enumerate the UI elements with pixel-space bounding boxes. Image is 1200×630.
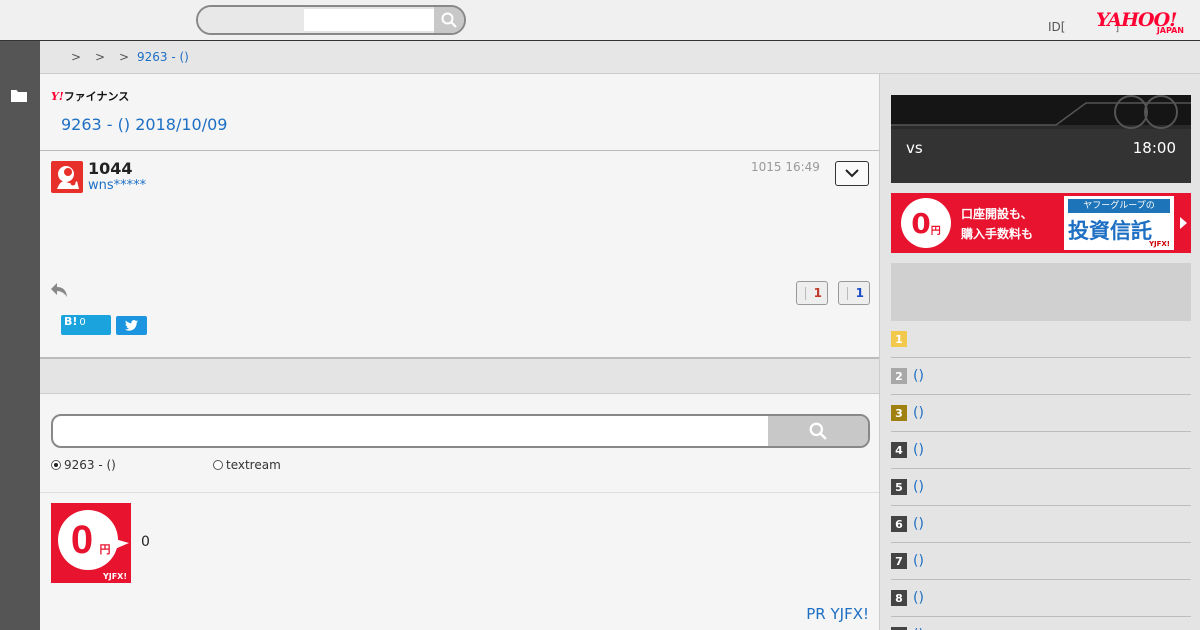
ranking-number: 3: [891, 405, 907, 421]
ranking-number: 6: [891, 516, 907, 532]
fund-copy-line1: 口座開設も、: [961, 207, 1033, 221]
ad-text: 0: [141, 534, 150, 550]
search-scope-board-label: 9263 - (): [64, 458, 116, 472]
search-icon: [809, 422, 827, 440]
ranking-number: 8: [891, 590, 907, 606]
ranking-item[interactable]: 1: [891, 321, 1191, 358]
ranking-number: 7: [891, 553, 907, 569]
twitter-icon: [125, 320, 138, 331]
ranking-item[interactable]: 5 (): [891, 469, 1191, 506]
right-column: vs 18:00 0円 口座開設も、 購入手数料も ヤフーグループの 投資信託 …: [879, 74, 1200, 630]
baseball-icon: [891, 95, 1191, 129]
match-banner[interactable]: vs 18:00: [891, 95, 1191, 183]
chevron-right-icon: [1180, 217, 1187, 229]
fund-zero-yen: 円: [930, 225, 941, 237]
post-timestamp: 1015 16:49: [751, 160, 820, 174]
fund-zero-number: 0: [911, 206, 931, 240]
pr-link[interactable]: PR YJFX!: [806, 605, 869, 623]
yahoo-finance-logo-name: ファイナンス: [63, 90, 130, 103]
divider: [40, 150, 879, 151]
search-scope-board-option[interactable]: 9263 - (): [51, 458, 116, 472]
breadcrumb-separator: >: [119, 50, 130, 64]
vote-disagree-button[interactable]: 1: [838, 281, 870, 305]
ranking-number: 4: [891, 442, 907, 458]
ranking-label[interactable]: (): [913, 479, 924, 495]
breadcrumb-separator: >: [71, 50, 82, 64]
search-scope-textream-option[interactable]: textream: [213, 458, 281, 472]
ad-thumb-brand: YJFX!: [102, 572, 127, 581]
post-number: 1044: [88, 159, 133, 178]
search-category-selector[interactable]: [198, 7, 304, 33]
ranking-item[interactable]: 6 (): [891, 506, 1191, 543]
ranking-label[interactable]: (): [913, 405, 924, 421]
board-search-box[interactable]: [51, 414, 870, 448]
breadcrumb: > > > 9263 - (): [40, 41, 1200, 74]
fund-zero-badge: 0円: [901, 198, 951, 248]
fund-box: ヤフーグループの 投資信託 YJFX!: [1064, 196, 1174, 250]
ranking-item[interactable]: 9(): [891, 617, 1191, 630]
left-sidebar: [0, 41, 40, 630]
ranking-label[interactable]: (): [913, 516, 924, 532]
match-vs: vs: [906, 139, 923, 157]
fund-main: 投資信託: [1068, 219, 1152, 243]
divider: [40, 492, 879, 493]
ad-thumb-yen: 円: [100, 543, 111, 556]
post-username[interactable]: wns*****: [88, 178, 146, 193]
radio-selected[interactable]: [51, 460, 61, 470]
ad-thumbnail[interactable]: 0 円 YJFX!: [51, 503, 131, 583]
ranking-label[interactable]: (): [913, 590, 924, 606]
top-header: ID[] YAHOO! JAPAN: [0, 0, 1200, 41]
board-search-input[interactable]: [53, 416, 768, 446]
main-content: Y!ファイナンス 9263 - () 2018/10/09 1044 wns**…: [40, 74, 879, 630]
post-menu-button[interactable]: [835, 161, 869, 186]
fund-copy-line2: 購入手数料も: [961, 227, 1034, 241]
hatena-bookmark-button[interactable]: B! 0: [61, 315, 111, 335]
ad-thumb-zero: 0: [71, 518, 93, 562]
header-search-button[interactable]: [434, 7, 464, 33]
ranking-item[interactable]: 4 (): [891, 432, 1191, 469]
fund-tag: ヤフーグループの: [1068, 199, 1170, 213]
user-avatar-icon: [57, 166, 79, 189]
board-search-button[interactable]: [768, 416, 868, 446]
reply-icon[interactable]: [50, 282, 68, 298]
folder-icon[interactable]: [11, 89, 27, 102]
yahoo-japan-logo[interactable]: YAHOO! JAPAN: [1096, 10, 1188, 36]
radio-unselected[interactable]: [213, 460, 223, 470]
header-search-input[interactable]: [304, 9, 434, 31]
fund-copy: 口座開設も、 購入手数料も: [961, 204, 1033, 244]
hatena-count: 0: [79, 317, 86, 328]
ranking-label[interactable]: (): [913, 442, 924, 458]
ranking-item[interactable]: 3 (): [891, 395, 1191, 432]
yahoo-finance-logo-y: Y!: [51, 90, 64, 103]
header-search-box[interactable]: [196, 5, 466, 35]
search-icon: [441, 12, 457, 28]
breadcrumb-current[interactable]: 9263 - (): [137, 50, 189, 64]
yahoo-logo-japan: JAPAN: [1156, 26, 1184, 35]
ranking-number: 2: [891, 368, 907, 384]
ranking-item[interactable]: 7 (): [891, 543, 1191, 580]
board-title[interactable]: 9263 - () 2018/10/09: [61, 115, 227, 134]
ranking-number: 5: [891, 479, 907, 495]
ranking-header: [891, 263, 1191, 321]
zero-yen-badge-icon: 0 円 YJFX!: [58, 510, 129, 581]
search-scope-textream-label: textream: [226, 458, 281, 472]
avatar[interactable]: [51, 161, 83, 193]
section-band: [40, 357, 879, 394]
twitter-share-button[interactable]: [116, 316, 147, 335]
ranking-item[interactable]: 2 (): [891, 358, 1191, 395]
chevron-down-icon: [845, 169, 859, 178]
fund-brand: YJFX!: [1148, 240, 1170, 248]
ranking-label[interactable]: (): [913, 553, 924, 569]
vote-agree-button[interactable]: 1: [796, 281, 828, 305]
ranking-number: 1: [891, 331, 907, 347]
ranking-label[interactable]: (): [913, 368, 924, 384]
login-label: ID[: [1048, 20, 1066, 34]
hatena-label: B!: [64, 315, 78, 328]
breadcrumb-separator: >: [95, 50, 106, 64]
match-time: 18:00: [1132, 139, 1176, 157]
fund-ad-banner[interactable]: 0円 口座開設も、 購入手数料も ヤフーグループの 投資信託 YJFX!: [891, 193, 1191, 253]
ranking-item[interactable]: 8 (): [891, 580, 1191, 617]
yahoo-finance-logo[interactable]: Y!ファイナンス: [51, 88, 129, 104]
ranking-list: 1 2 () 3 () 4 () 5 () 6 () 7 () 8 () 9(): [891, 321, 1191, 630]
